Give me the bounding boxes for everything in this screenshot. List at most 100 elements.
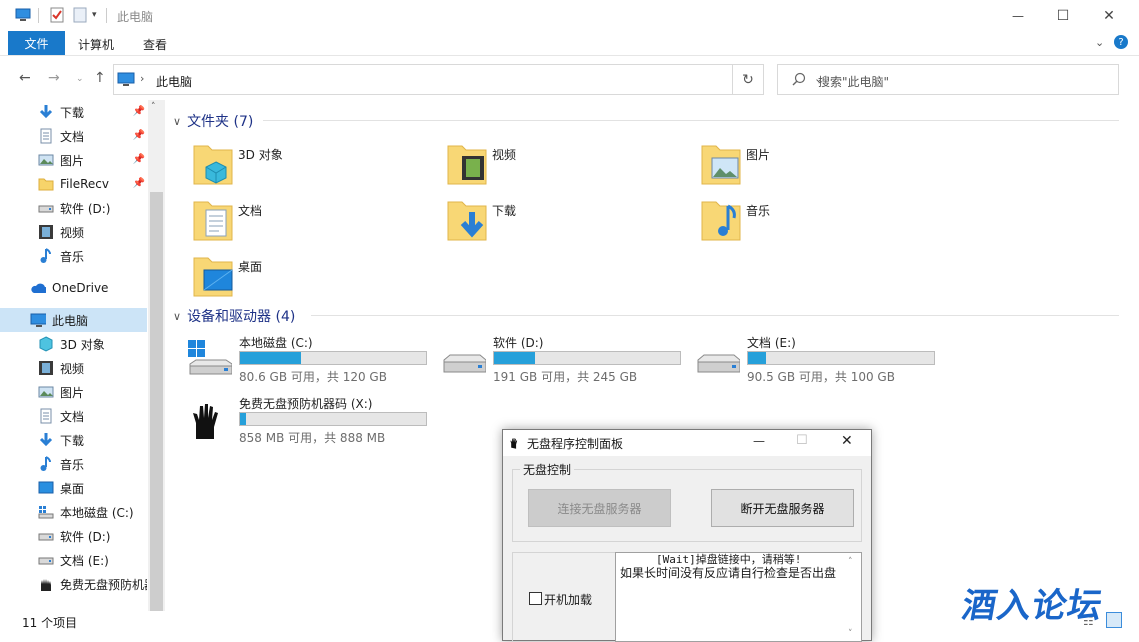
download-icon bbox=[38, 432, 54, 448]
dialog-minimize-button[interactable]: — bbox=[753, 434, 765, 448]
large-icons-view-icon[interactable] bbox=[1106, 612, 1122, 628]
folder-videos[interactable]: 视频 bbox=[446, 140, 696, 192]
sidebar-item-downloads-2[interactable]: 下载 bbox=[0, 428, 147, 452]
tab-file[interactable]: 文件 bbox=[8, 31, 65, 55]
sidebar-item-drive-d-2[interactable]: 软件 (D:) bbox=[0, 524, 147, 548]
diskless-control-dialog: 无盘程序控制面板 — ☐ ✕ 无盘控制 连接无盘服务器 断开无盘服务器 开机加载… bbox=[502, 429, 872, 642]
drive-usage-fill bbox=[240, 352, 302, 364]
drive-usage-bar bbox=[493, 351, 681, 365]
disconnect-server-button[interactable]: 断开无盘服务器 bbox=[711, 489, 854, 527]
chevron-down-icon: ∨ bbox=[173, 114, 182, 128]
drive-c[interactable]: 本地磁盘 (C:) 80.6 GB 可用，共 120 GB bbox=[188, 334, 448, 390]
status-log-textarea[interactable]: [Wait]掉盘链接中，请稍等! 如果长时间没有反应请自行检查是否出盘 ˄ ˅ bbox=[615, 552, 862, 642]
music-folder-icon bbox=[701, 201, 741, 241]
drive-icon bbox=[697, 354, 740, 373]
forward-arrow-icon[interactable]: → bbox=[48, 70, 60, 86]
refresh-icon: ↻ bbox=[742, 71, 754, 88]
drive-usage-fill bbox=[748, 352, 766, 364]
document-folder-icon bbox=[193, 201, 233, 241]
sidebar-item-desktop[interactable]: 桌面 bbox=[0, 476, 147, 500]
scroll-down-icon[interactable]: ˅ bbox=[848, 629, 853, 639]
sidebar-item-pictures[interactable]: 图片 📌 bbox=[0, 148, 147, 172]
sidebar-item-music-2[interactable]: 音乐 bbox=[0, 452, 147, 476]
sidebar-item-drive-x[interactable]: 免费无盘预防机器 bbox=[0, 572, 147, 596]
log-line: 如果长时间没有反应请自行检查是否出盘 bbox=[620, 566, 837, 580]
sidebar-item-filerecv[interactable]: FileRecv 📌 bbox=[0, 172, 147, 196]
autostart-label[interactable]: 开机加载 bbox=[544, 591, 592, 608]
search-input[interactable]: 搜索"此电脑" bbox=[777, 64, 1119, 95]
drive-usage-bar bbox=[747, 351, 935, 365]
breadcrumb-this-pc[interactable]: 此电脑 bbox=[156, 73, 192, 90]
sidebar-item-drive-d[interactable]: 软件 (D:) bbox=[0, 196, 147, 220]
3d-objects-folder-icon bbox=[193, 145, 233, 185]
folder-documents[interactable]: 文档 bbox=[192, 196, 442, 248]
scroll-up-icon[interactable]: ˄ bbox=[151, 102, 156, 112]
tab-view[interactable]: 查看 bbox=[143, 36, 167, 53]
drive-usage-fill bbox=[240, 413, 247, 425]
sidebar-item-drive-c[interactable]: 本地磁盘 (C:) bbox=[0, 500, 147, 524]
sidebar-item-drive-e[interactable]: 文档 (E:) bbox=[0, 548, 147, 572]
search-icon bbox=[792, 72, 806, 89]
folder-pictures[interactable]: 图片 bbox=[700, 140, 950, 192]
drive-icon bbox=[443, 354, 486, 373]
desktop-folder-icon bbox=[193, 257, 233, 297]
drive-icon bbox=[38, 528, 54, 544]
new-folder-icon[interactable] bbox=[72, 7, 88, 23]
folder-music[interactable]: 音乐 bbox=[700, 196, 950, 248]
sidebar-item-onedrive[interactable]: OneDrive bbox=[0, 276, 147, 300]
music-icon bbox=[38, 456, 54, 472]
hands-icon bbox=[509, 436, 521, 452]
download-icon bbox=[38, 104, 54, 120]
help-icon[interactable]: ? bbox=[1114, 35, 1128, 49]
folder-desktop[interactable]: 桌面 bbox=[192, 252, 442, 304]
recent-locations-icon[interactable]: ⌄ bbox=[76, 74, 84, 84]
drives-group-header[interactable]: ∨ 设备和驱动器 (4) bbox=[173, 306, 295, 326]
sidebar-item-videos-2[interactable]: 视频 bbox=[0, 356, 147, 380]
autostart-checkbox[interactable] bbox=[529, 592, 542, 605]
sidebar-item-this-pc[interactable]: 此电脑 bbox=[0, 308, 147, 332]
properties-icon[interactable] bbox=[49, 7, 65, 23]
sidebar-item-documents-2[interactable]: 文档 bbox=[0, 404, 147, 428]
hands-icon bbox=[193, 404, 218, 439]
sidebar-item-3d-objects[interactable]: 3D 对象 bbox=[0, 332, 147, 356]
folder-3d-objects[interactable]: 3D 对象 bbox=[192, 140, 442, 192]
sidebar-item-pictures-2[interactable]: 图片 bbox=[0, 380, 147, 404]
sidebar-item-music[interactable]: 音乐 bbox=[0, 244, 147, 268]
refresh-button[interactable]: ↻ bbox=[733, 64, 764, 95]
title-bar: ▾ 此电脑 — ☐ ✕ bbox=[0, 0, 1139, 31]
picture-folder-icon bbox=[701, 145, 741, 185]
dialog-maximize-button[interactable]: ☐ bbox=[796, 433, 808, 448]
dialog-close-button[interactable]: ✕ bbox=[841, 433, 853, 449]
back-arrow-icon[interactable]: ← bbox=[19, 70, 31, 86]
sidebar-scrollbar-thumb[interactable] bbox=[150, 192, 163, 612]
drive-usage-fill bbox=[494, 352, 535, 364]
tab-computer[interactable]: 计算机 bbox=[78, 36, 114, 53]
chevron-down-icon[interactable]: ⌄ bbox=[1095, 36, 1104, 49]
scroll-up-icon[interactable]: ˄ bbox=[848, 557, 853, 567]
sidebar-item-videos[interactable]: 视频 bbox=[0, 220, 147, 244]
item-count: 11 个项目 bbox=[22, 616, 78, 630]
windows-drive-icon bbox=[188, 340, 232, 375]
folders-group-header[interactable]: ∨ 文件夹 (7) bbox=[173, 111, 253, 131]
folder-downloads[interactable]: 下载 bbox=[446, 196, 696, 248]
drive-d[interactable]: 软件 (D:) 191 GB 可用，共 245 GB bbox=[442, 334, 702, 390]
drive-icon bbox=[38, 552, 54, 568]
up-arrow-icon[interactable]: ↑ bbox=[94, 70, 106, 86]
close-button[interactable]: ✕ bbox=[1086, 0, 1132, 31]
drive-usage-bar bbox=[239, 351, 427, 365]
navigation-bar: ← → ⌄ ↑ › 此电脑 ⌄ ↻ 搜索"此电脑" bbox=[0, 56, 1139, 100]
pin-icon: 📌 bbox=[132, 106, 145, 117]
address-bar[interactable]: › 此电脑 ⌄ bbox=[113, 64, 823, 95]
desktop-icon bbox=[38, 480, 54, 496]
sidebar-item-downloads[interactable]: 下载 📌 bbox=[0, 100, 147, 124]
minimize-button[interactable]: — bbox=[995, 0, 1041, 31]
navigation-pane: 下载 📌 文档 📌 图片 📌 FileRecv 📌 软件 (D:) 视频 音乐 … bbox=[0, 100, 165, 612]
maximize-button[interactable]: ☐ bbox=[1040, 0, 1086, 31]
breadcrumb-separator-icon[interactable]: › bbox=[140, 72, 144, 85]
drive-e[interactable]: 文档 (E:) 90.5 GB 可用，共 100 GB bbox=[696, 334, 956, 390]
picture-icon bbox=[38, 152, 54, 168]
window-title: 此电脑 bbox=[117, 10, 154, 24]
drive-x[interactable]: 免费无盘预防机器码 (X:) 858 MB 可用，共 888 MB bbox=[188, 395, 448, 451]
connect-server-button[interactable]: 连接无盘服务器 bbox=[528, 489, 671, 527]
sidebar-item-documents[interactable]: 文档 📌 bbox=[0, 124, 147, 148]
